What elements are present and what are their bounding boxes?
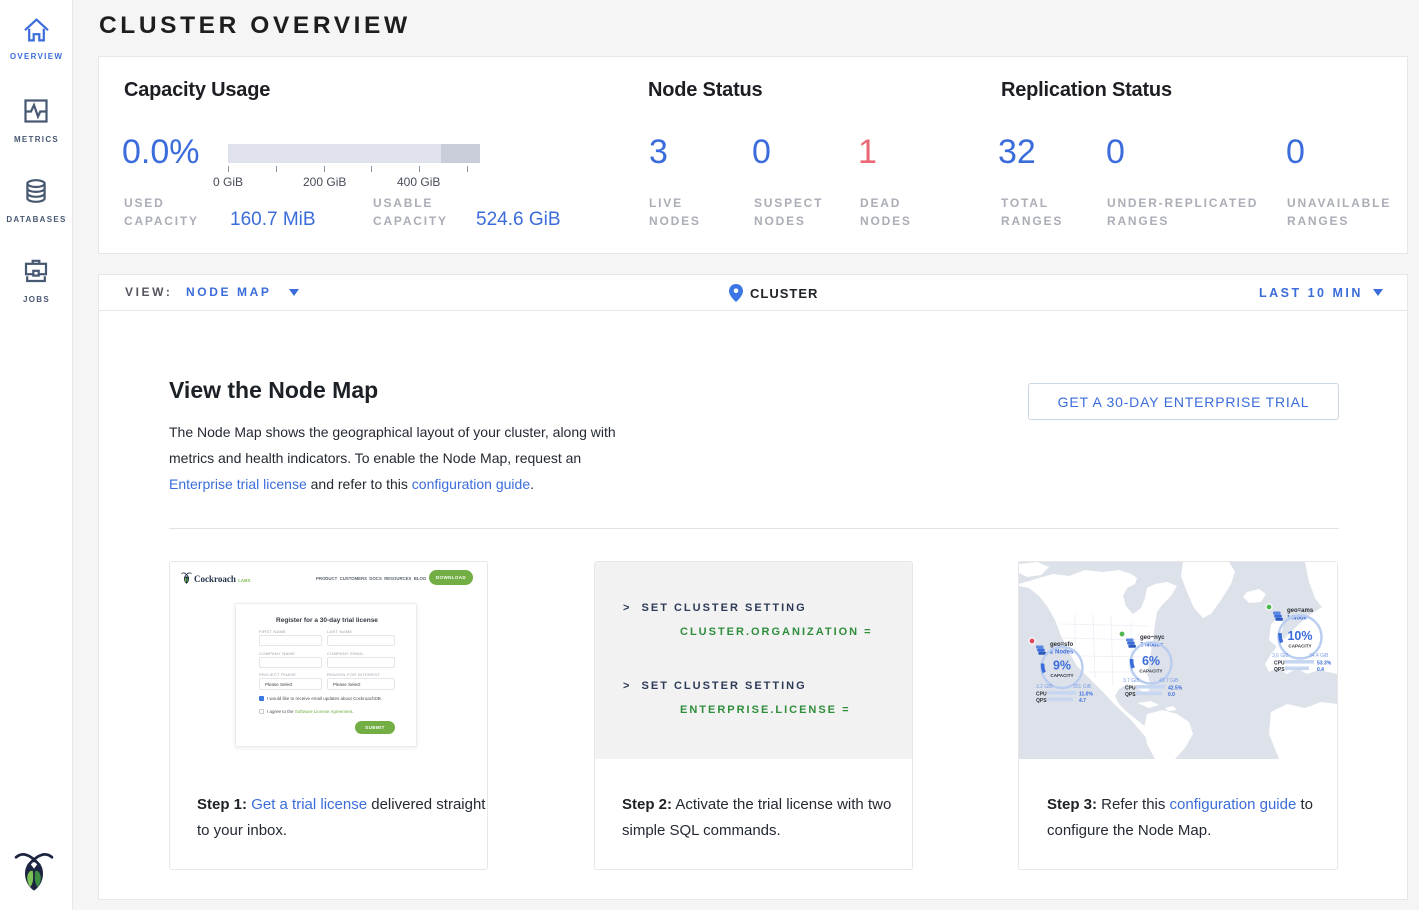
- svg-text:11.0%: 11.0%: [1079, 692, 1093, 698]
- svg-text:4.7: 4.7: [1079, 698, 1086, 704]
- svg-text:CAPACITY: CAPACITY: [1288, 644, 1311, 649]
- svg-text:geo~nyc: geo~nyc: [1140, 635, 1165, 641]
- svg-text:0.0: 0.0: [1168, 692, 1175, 698]
- svg-text:53.3%: 53.3%: [1317, 661, 1332, 667]
- svg-text:QPS: QPS: [1036, 698, 1047, 704]
- svg-text:CAPACITY: CAPACITY: [1050, 673, 1073, 678]
- svg-text:3.7 GiB: 3.7 GiB: [1123, 678, 1140, 684]
- svg-text:QPS: QPS: [1274, 667, 1285, 673]
- svg-text:42.5%: 42.5%: [1168, 686, 1183, 692]
- svg-text:6%: 6%: [1142, 654, 1160, 668]
- svg-text:geo=ams: geo=ams: [1287, 608, 1314, 614]
- svg-text:CAPACITY: CAPACITY: [1139, 669, 1162, 674]
- svg-text:351 GiB: 351 GiB: [1073, 684, 1092, 690]
- svg-text:0.4: 0.4: [1317, 667, 1324, 673]
- svg-text:CPU: CPU: [1274, 661, 1285, 667]
- svg-text:CPU: CPU: [1125, 686, 1136, 692]
- svg-text:QPS: QPS: [1125, 692, 1136, 698]
- svg-text:43.7 GiB: 43.7 GiB: [1159, 678, 1179, 684]
- svg-text:3.6 GiB: 3.6 GiB: [1272, 653, 1289, 659]
- svg-text:9%: 9%: [1053, 659, 1071, 673]
- svg-text:CPU: CPU: [1036, 692, 1047, 698]
- svg-text:10%: 10%: [1287, 629, 1312, 643]
- svg-text:3.2 GiB: 3.2 GiB: [1036, 684, 1053, 690]
- svg-text:2 Nodes: 2 Nodes: [1050, 650, 1074, 656]
- svg-text:34.4 GiB: 34.4 GiB: [1309, 653, 1329, 659]
